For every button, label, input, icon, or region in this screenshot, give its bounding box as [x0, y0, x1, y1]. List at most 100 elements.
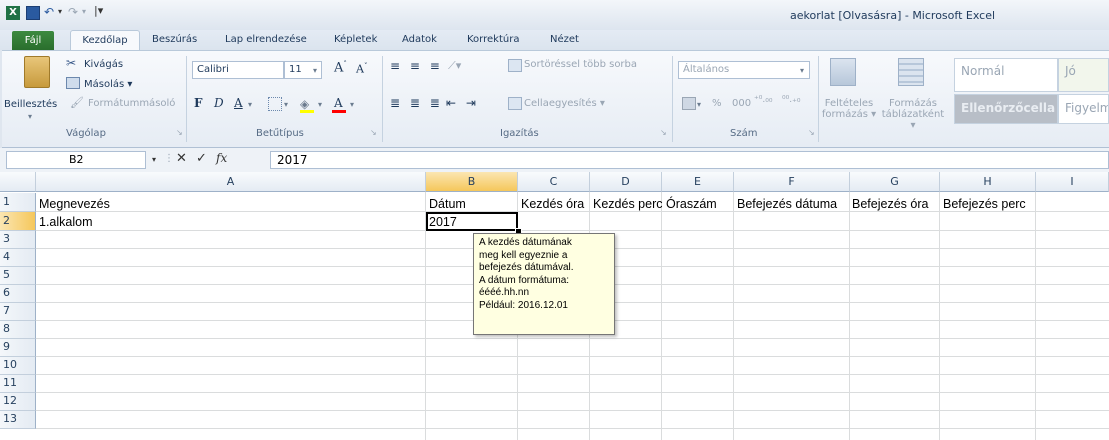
column-header-e[interactable]: E: [662, 172, 734, 192]
row-header-7[interactable]: 7: [0, 303, 36, 321]
insert-function-button[interactable]: fx: [216, 151, 227, 165]
decrease-decimal-icon[interactable]: ⁰⁰.₊₀: [782, 95, 800, 105]
currency-icon[interactable]: [682, 97, 696, 110]
format-painter-button[interactable]: Formátummásoló: [88, 98, 175, 109]
cell-a1[interactable]: Megnevezés: [39, 196, 110, 212]
italic-button[interactable]: D: [214, 96, 224, 110]
redo-icon[interactable]: ↷: [68, 5, 78, 19]
tab-review[interactable]: Korrektúra: [467, 34, 519, 45]
excel-logo-icon[interactable]: X: [6, 6, 20, 20]
copy-button[interactable]: Másolás ▾: [84, 79, 132, 90]
borders-icon[interactable]: [268, 97, 282, 111]
fill-color-dropdown-icon[interactable]: ▾: [318, 100, 322, 109]
cell-h1[interactable]: Befejezés perc: [943, 196, 1026, 212]
orientation-icon[interactable]: ⟋▾: [448, 59, 461, 73]
row-header-10[interactable]: 10: [0, 357, 36, 375]
grow-font-icon[interactable]: A˄: [334, 60, 347, 75]
name-box-dropdown-icon[interactable]: ▾: [152, 155, 156, 164]
column-header-h[interactable]: H: [940, 172, 1036, 192]
paste-icon[interactable]: [24, 56, 50, 88]
customize-quick-access-icon[interactable]: |▾: [94, 4, 103, 18]
thousands-button[interactable]: 000: [732, 98, 751, 109]
cell-d1[interactable]: Kezdés perc: [593, 196, 662, 212]
font-color-button[interactable]: A: [334, 96, 343, 110]
font-launcher-icon[interactable]: ↘: [370, 128, 377, 137]
confirm-edit-icon[interactable]: ✓: [196, 151, 207, 166]
row-header-12[interactable]: 12: [0, 393, 36, 411]
number-launcher-icon[interactable]: ↘: [808, 128, 815, 137]
active-cell-border[interactable]: [426, 212, 518, 231]
format-as-table-button[interactable]: Formázás táblázatként ▾: [880, 98, 946, 131]
horizontal-align-icons[interactable]: ≣ ≣ ≣: [390, 96, 443, 110]
row-header-3[interactable]: 3: [0, 231, 36, 249]
vertical-align-icons[interactable]: ≡ ≡ ≡: [390, 59, 443, 73]
row-header-5[interactable]: 5: [0, 267, 36, 285]
format-as-table-icon[interactable]: [898, 58, 924, 86]
row-header-8[interactable]: 8: [0, 321, 36, 339]
redo-dropdown-icon[interactable]: ▾: [82, 7, 86, 21]
number-format-dropdown-icon[interactable]: ▾: [800, 66, 804, 75]
conditional-formatting-button[interactable]: Feltételes formázás ▾: [818, 98, 880, 120]
paste-dropdown-icon[interactable]: ▾: [28, 112, 32, 121]
style-good[interactable]: Jó: [1058, 58, 1109, 92]
column-header-d[interactable]: D: [590, 172, 662, 192]
font-size-dropdown-icon[interactable]: ▾: [313, 66, 317, 75]
merge-cells-button[interactable]: Cellaegyesítés ▾: [524, 98, 605, 109]
row-header-11[interactable]: 11: [0, 375, 36, 393]
increase-decimal-icon[interactable]: ⁺⁰.₀₀: [754, 95, 772, 105]
cell-b1[interactable]: Dátum: [429, 196, 466, 212]
cut-button[interactable]: Kivágás: [84, 59, 123, 70]
indent-icons[interactable]: ⇤ ⇥: [446, 96, 479, 110]
style-check-cell[interactable]: Ellenőrzőcella: [954, 94, 1058, 124]
tab-data[interactable]: Adatok: [402, 34, 437, 45]
underline-dropdown-icon[interactable]: ▾: [248, 100, 252, 109]
shrink-font-icon[interactable]: A˅: [356, 62, 367, 76]
row-header-2[interactable]: 2: [0, 212, 36, 231]
row-header-4[interactable]: 4: [0, 249, 36, 267]
borders-dropdown-icon[interactable]: ▾: [284, 100, 288, 109]
tab-home[interactable]: Kezdőlap: [70, 30, 140, 50]
undo-icon[interactable]: ↶: [44, 5, 54, 19]
formula-bar-grip-icon[interactable]: ⋮: [164, 153, 174, 164]
tab-page-layout[interactable]: Lap elrendezése: [225, 34, 307, 45]
tab-insert[interactable]: Beszúrás: [152, 34, 197, 45]
currency-dropdown-icon[interactable]: ▾: [697, 100, 701, 109]
tab-file[interactable]: Fájl: [12, 31, 54, 50]
tab-formulas[interactable]: Képletek: [334, 34, 377, 45]
column-header-i[interactable]: I: [1036, 172, 1109, 192]
column-header-a[interactable]: A: [36, 172, 426, 192]
fill-color-icon[interactable]: ◈: [300, 97, 309, 111]
row-header-9[interactable]: 9: [0, 339, 36, 357]
cell-a2[interactable]: 1.alkalom: [39, 214, 93, 230]
cell-g1[interactable]: Befejezés óra: [852, 196, 928, 212]
bold-button[interactable]: F: [194, 96, 203, 110]
column-header-c[interactable]: C: [518, 172, 590, 192]
style-normal[interactable]: Normál: [954, 58, 1058, 92]
percent-button[interactable]: %: [712, 98, 722, 109]
column-header-f[interactable]: F: [734, 172, 850, 192]
row-header-6[interactable]: 6: [0, 285, 36, 303]
column-header-g[interactable]: G: [850, 172, 940, 192]
cell-f1[interactable]: Befejezés dátuma: [737, 196, 837, 212]
undo-dropdown-icon[interactable]: ▾: [58, 7, 62, 21]
style-note[interactable]: Figyelm: [1058, 94, 1109, 124]
cell-c1[interactable]: Kezdés óra: [521, 196, 584, 212]
paste-button[interactable]: Beillesztés: [4, 99, 57, 110]
font-name-field[interactable]: Calibri: [192, 61, 284, 79]
row-header-13[interactable]: 13: [0, 411, 36, 429]
column-header-b[interactable]: B: [426, 172, 518, 192]
wrap-text-button[interactable]: Sortöréssel több sorba: [524, 59, 637, 70]
underline-button[interactable]: A: [234, 96, 243, 110]
formula-input[interactable]: 2017: [270, 151, 1109, 169]
name-box[interactable]: B2: [6, 151, 146, 169]
cell-e1[interactable]: Óraszám: [666, 196, 717, 212]
font-color-dropdown-icon[interactable]: ▾: [350, 100, 354, 109]
number-format-field[interactable]: Általános: [678, 61, 810, 79]
cancel-edit-icon[interactable]: ✕: [176, 151, 187, 166]
select-all-corner[interactable]: [0, 172, 36, 192]
alignment-launcher-icon[interactable]: ↘: [660, 128, 667, 137]
row-header-1[interactable]: 1: [0, 193, 36, 212]
clipboard-launcher-icon[interactable]: ↘: [176, 128, 183, 137]
tab-view[interactable]: Nézet: [550, 34, 579, 45]
conditional-formatting-icon[interactable]: [830, 58, 856, 86]
